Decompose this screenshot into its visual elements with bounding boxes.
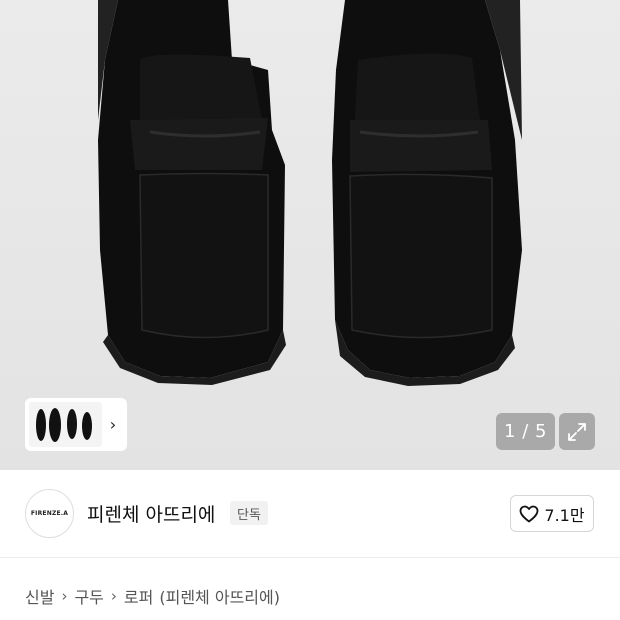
chevron-right-icon[interactable]: ›	[102, 402, 124, 447]
left-shoe-image	[98, 0, 286, 385]
breadcrumb-separator-icon: ›	[110, 587, 117, 605]
image-counter: 1 / 5	[496, 413, 555, 450]
expand-icon	[568, 422, 586, 441]
brand-logo-text: FIRENZE.A	[30, 510, 69, 517]
breadcrumb-item-brand[interactable]: (피렌체 아뜨리에)	[159, 584, 280, 608]
breadcrumb-separator-icon: ›	[61, 587, 68, 605]
heart-icon	[520, 505, 539, 522]
thumbnail-shoes-icon	[36, 408, 92, 442]
thumbnail-strip[interactable]: ›	[25, 398, 127, 451]
like-button[interactable]: 7.1만	[510, 495, 594, 532]
product-image-gallery[interactable]: › 1 / 5	[0, 0, 620, 470]
like-count: 7.1만	[544, 505, 585, 525]
exclusive-badge: 단독	[230, 501, 268, 525]
brand-row: FIRENZE.A 피렌체 아뜨리에 단독 7.1만	[0, 470, 620, 558]
brand-name-link[interactable]: 피렌체 아뜨리에	[87, 500, 215, 527]
breadcrumb-item-loafers[interactable]: 로퍼	[124, 584, 153, 608]
breadcrumb-item-dress-shoes[interactable]: 구두	[74, 584, 103, 608]
breadcrumb-item-shoes[interactable]: 신발	[25, 584, 54, 608]
right-shoe-image	[332, 0, 522, 386]
breadcrumb: 신발 › 구두 › 로퍼 (피렌체 아뜨리에)	[25, 584, 280, 608]
thumbnail-image[interactable]	[29, 402, 102, 447]
brand-logo[interactable]: FIRENZE.A	[25, 489, 74, 538]
expand-button[interactable]	[559, 413, 595, 450]
